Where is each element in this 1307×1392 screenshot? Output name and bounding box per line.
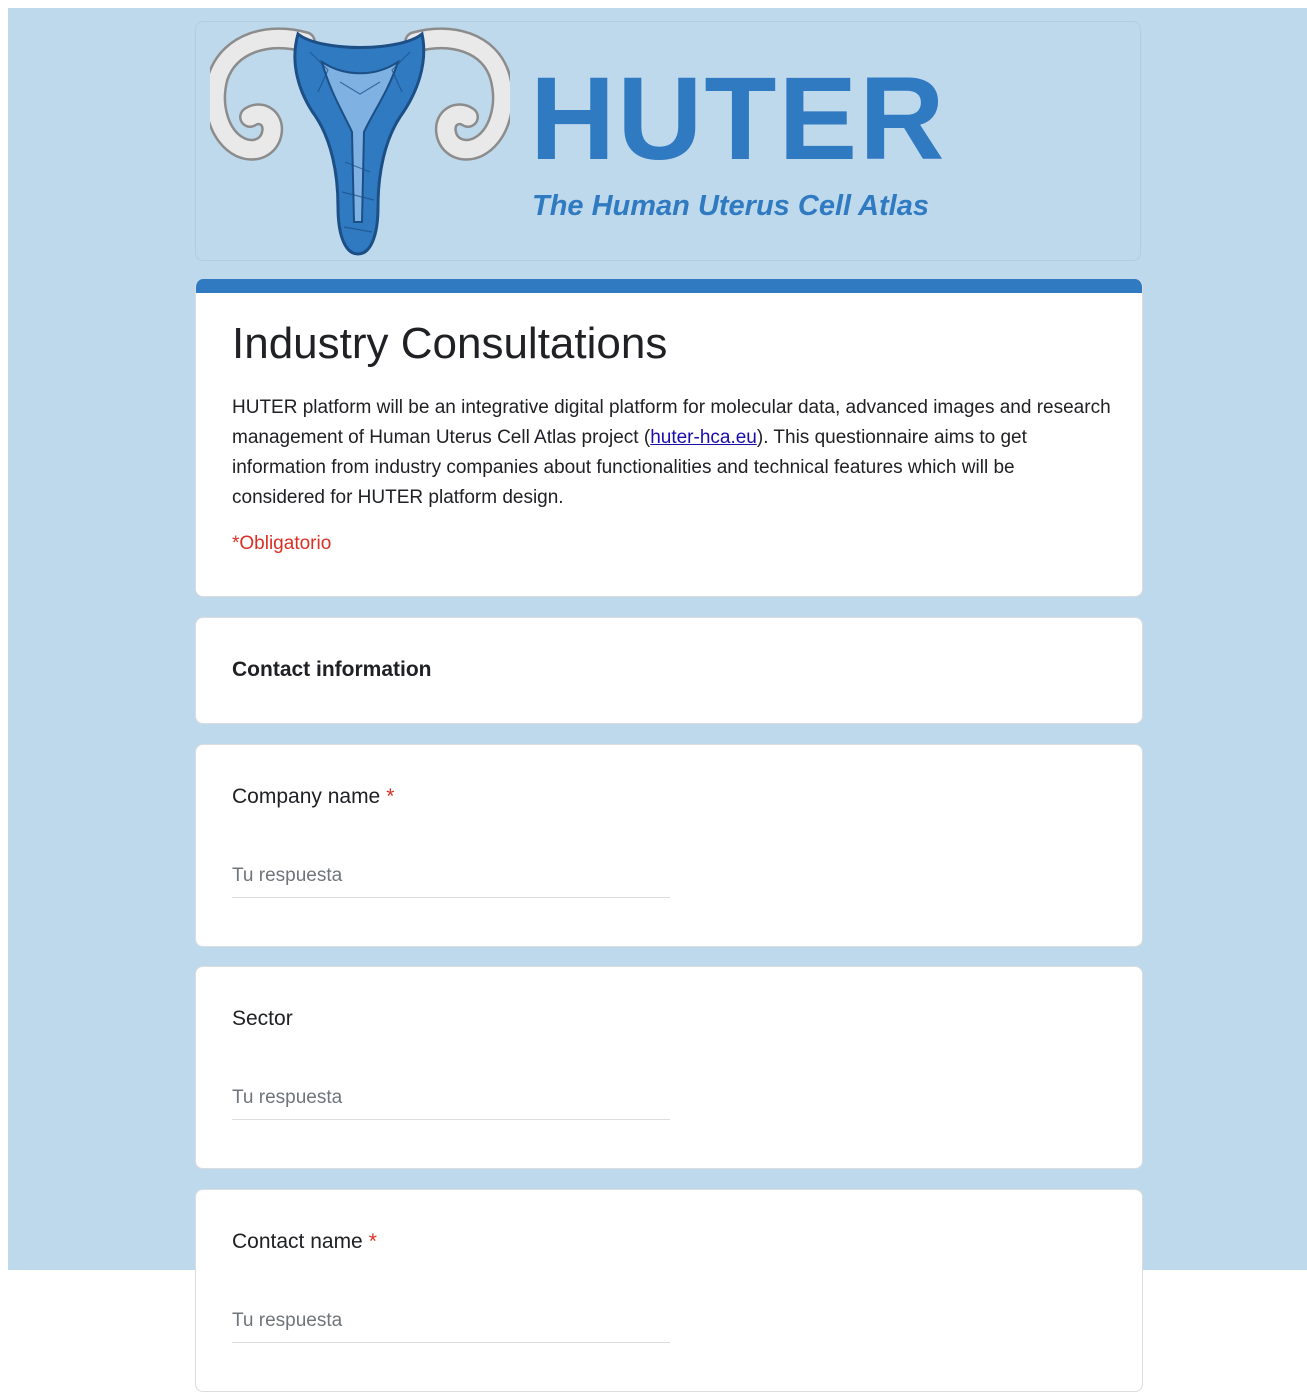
form-description: HUTER platform will be an integrative di… [232,393,1112,513]
required-asterisk: * [386,785,395,808]
form-title: Industry Consultations [232,319,668,368]
banner-subtitle: The Human Uterus Cell Atlas [532,190,929,222]
question-label: Contact name * [232,1230,377,1254]
question-label-text: Company name [232,785,381,808]
question-label: Sector [232,1007,299,1031]
question-label-text: Sector [232,1007,293,1030]
uterus-logo-icon [210,27,510,256]
project-link[interactable]: huter-hca.eu [650,427,757,448]
form-banner: HUTER The Human Uterus Cell Atlas [195,21,1141,261]
question-card-company-name: Company name * [195,744,1143,947]
required-note: *Obligatorio [232,533,332,554]
header-accent-bar [196,279,1142,293]
company-name-input[interactable] [232,861,670,898]
question-card-sector: Sector [195,966,1143,1169]
section-card-contact: Contact information [195,617,1143,724]
question-card-contact-name: Contact name * [195,1189,1143,1392]
contact-name-input[interactable] [232,1306,670,1343]
sector-input[interactable] [232,1083,670,1120]
form-header-card: Industry Consultations HUTER platform wi… [195,279,1143,597]
question-label: Company name * [232,785,394,809]
required-asterisk: * [368,1230,377,1253]
question-label-text: Contact name [232,1230,363,1253]
banner-title: HUTER [530,53,947,185]
section-title: Contact information [232,658,432,681]
